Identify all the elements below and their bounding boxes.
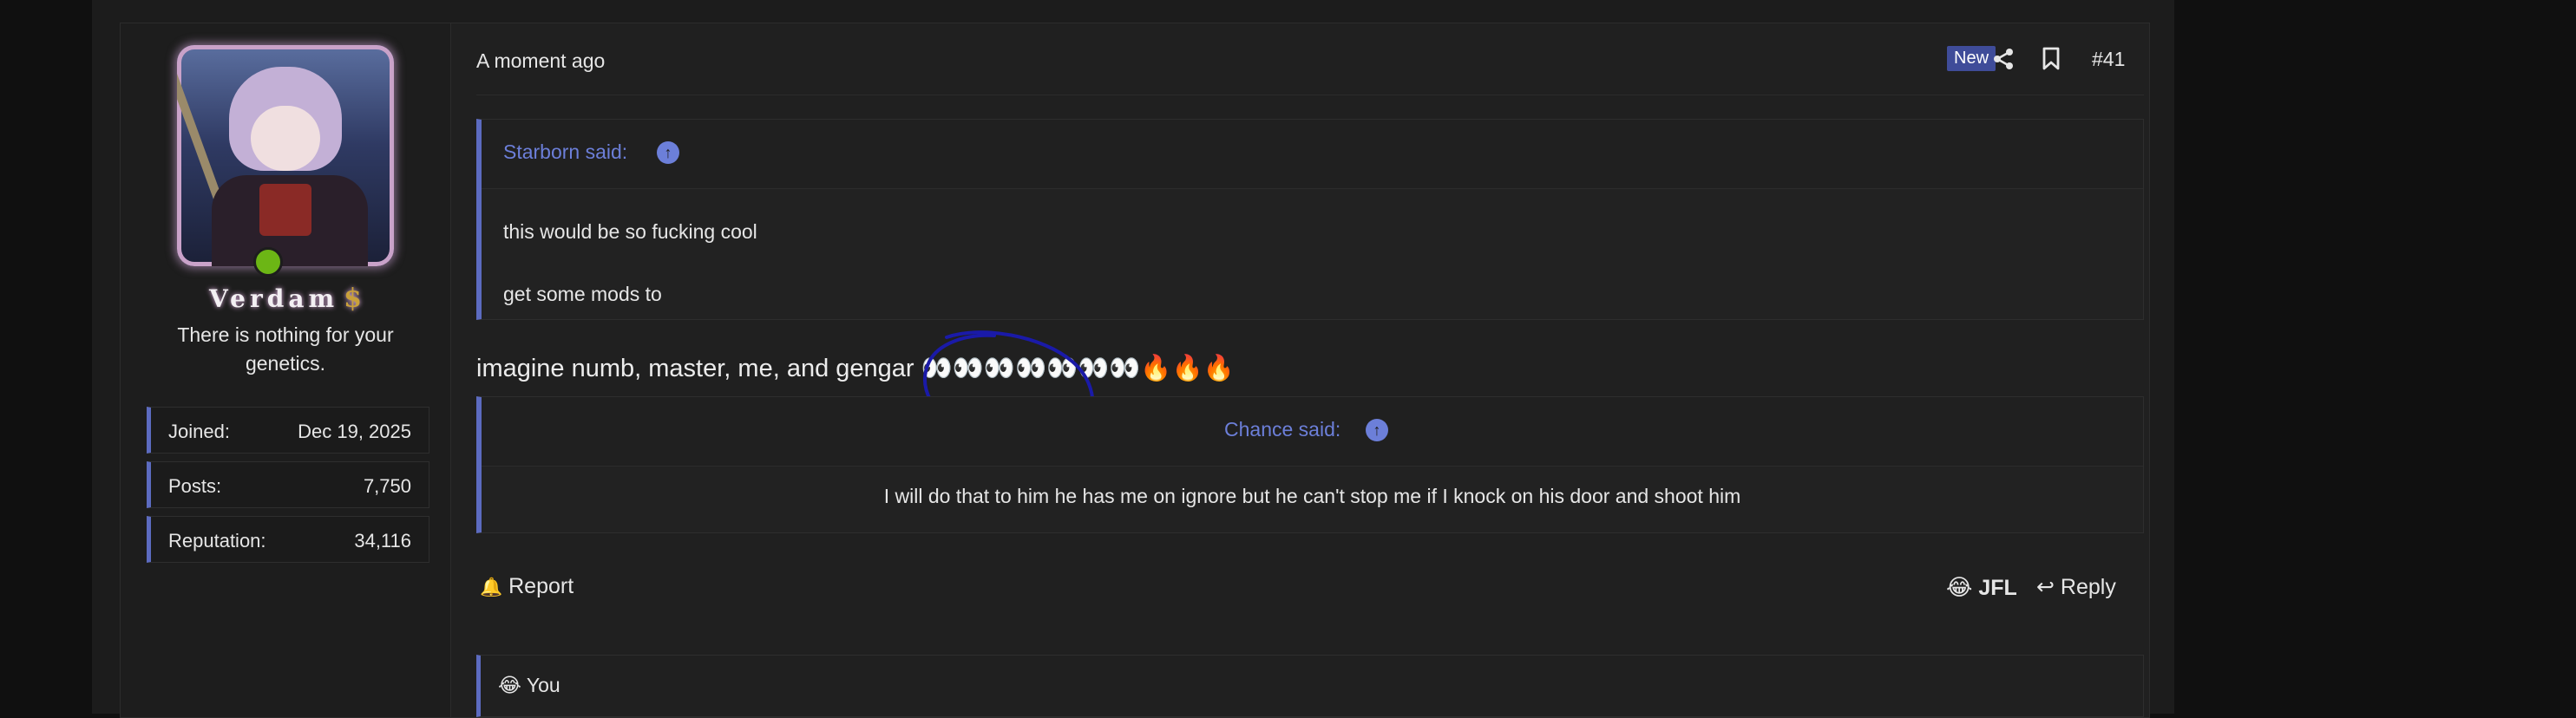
share-icon[interactable] bbox=[1992, 48, 2015, 75]
reply-label: Reply bbox=[2060, 575, 2116, 599]
avatar-art-face bbox=[251, 106, 320, 171]
quote-header: Starborn said: ↑ bbox=[482, 120, 2143, 189]
message-body: imagine numb, master, me, and gengar 👀👀👀… bbox=[476, 353, 1235, 383]
user-title: There is nothing for your genetics. bbox=[177, 323, 394, 375]
post-timestamp[interactable]: A moment ago bbox=[476, 49, 605, 73]
online-status-indicator bbox=[253, 247, 283, 277]
new-badge: New bbox=[1947, 46, 1996, 71]
stat-value: Dec 19, 2025 bbox=[298, 421, 411, 442]
stat-label: Posts: bbox=[168, 475, 222, 497]
stat-joined: Joined: Dec 19, 2025 bbox=[147, 407, 429, 454]
quote-line: get some mods to bbox=[503, 283, 662, 305]
stat-value: 34,116 bbox=[354, 530, 411, 552]
post-number[interactable]: #41 bbox=[2092, 48, 2125, 71]
reply-button[interactable]: ↩ Reply bbox=[2036, 574, 2116, 600]
quote-header: Chance said: ↑ bbox=[482, 397, 2143, 467]
dollar-icon: $ bbox=[344, 284, 362, 314]
quote-author-link[interactable]: Starborn said: bbox=[503, 140, 627, 164]
arrow-up-icon[interactable]: ↑ bbox=[1366, 419, 1388, 441]
stat-reputation: Reputation: 34,116 bbox=[147, 516, 429, 563]
stat-label: Joined: bbox=[168, 421, 230, 442]
username-text[interactable]: Verdam bbox=[209, 284, 338, 313]
bookmark-icon[interactable] bbox=[2042, 47, 2061, 75]
stat-posts: Posts: 7,750 bbox=[147, 461, 429, 508]
reply-arrow-icon: ↩ bbox=[2036, 575, 2055, 599]
react-label: JFL bbox=[1978, 576, 2017, 600]
reactions-summary[interactable]: 😂 You bbox=[498, 674, 560, 697]
quote-line: this would be so fucking cool bbox=[503, 220, 757, 243]
stat-label: Reputation: bbox=[168, 530, 266, 552]
post-message: Verdam $ There is nothing for your geneti… bbox=[120, 23, 2150, 718]
bell-icon: 🔔 bbox=[480, 578, 503, 597]
arrow-up-icon[interactable]: ↑ bbox=[657, 141, 679, 164]
quote-chance: Chance said: ↑ I will do that to him he … bbox=[476, 396, 2144, 533]
quote-line: I will do that to him he has me on ignor… bbox=[883, 485, 1741, 507]
quote-author-link[interactable]: Chance said: bbox=[1224, 418, 1340, 441]
laugh-cry-icon: 😂 bbox=[1946, 574, 1973, 600]
stat-value: 7,750 bbox=[363, 475, 411, 497]
avatar-art-trim bbox=[259, 184, 311, 236]
reactions-users[interactable]: You bbox=[527, 674, 560, 696]
user-pane: Verdam $ There is nothing for your geneti… bbox=[121, 23, 451, 717]
page-wrapper: Verdam $ There is nothing for your geneti… bbox=[92, 0, 2174, 718]
avatar[interactable] bbox=[177, 45, 394, 266]
message-text: imagine numb, master, me, and gengar bbox=[476, 355, 914, 382]
username[interactable]: Verdam $ bbox=[121, 284, 450, 314]
quote-starborn: Starborn said: ↑ this would be so fuckin… bbox=[476, 119, 2144, 320]
reactions-bar[interactable]: 😂 You bbox=[476, 655, 2144, 717]
report-label: Report bbox=[508, 574, 574, 598]
laugh-cry-icon: 😂 bbox=[498, 674, 521, 696]
react-button[interactable]: 😂 JFL bbox=[1946, 574, 2017, 601]
report-button[interactable]: 🔔 Report bbox=[480, 574, 574, 599]
